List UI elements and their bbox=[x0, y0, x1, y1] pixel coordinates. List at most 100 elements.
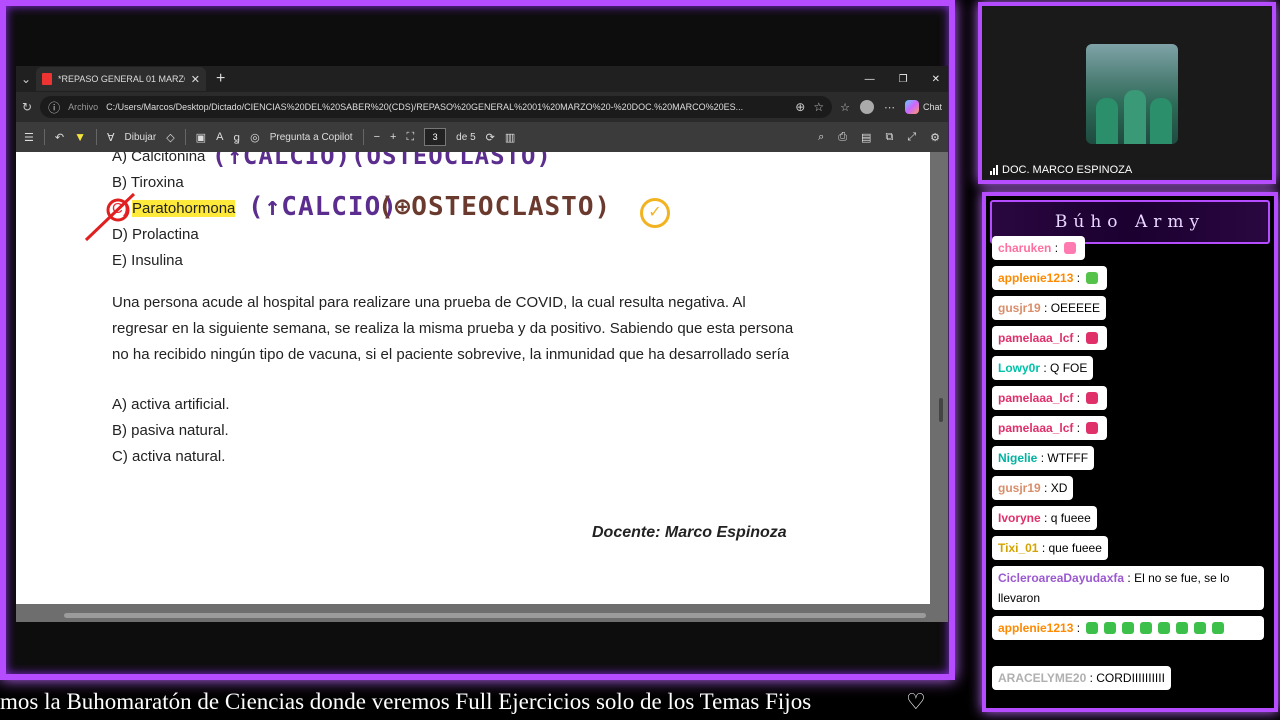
question-text: Una persona acude al hospital para reali… bbox=[112, 294, 794, 363]
chat-message: pamelaaa_lcf : bbox=[992, 386, 1108, 410]
chat-username[interactable]: gusjr19 bbox=[998, 481, 1041, 495]
highlight-icon[interactable]: ▼ bbox=[74, 130, 86, 144]
new-tab-icon[interactable]: + bbox=[216, 70, 225, 88]
chat-username[interactable]: Tixi_01 bbox=[998, 541, 1038, 555]
pdf-viewport[interactable]: A) Calcitonina (↑CALCIO)(OSTEOCLASTO) B)… bbox=[16, 152, 948, 622]
presenter-name: DOC. MARCO ESPINOZA bbox=[1002, 164, 1133, 176]
url-scheme-label: Archivo bbox=[68, 102, 99, 112]
chat-text: OEEEEE bbox=[1050, 301, 1101, 315]
chat-message: Nigelie : WTFFF bbox=[992, 446, 1095, 470]
undo-icon[interactable]: ↶ bbox=[55, 131, 64, 144]
chat-username[interactable]: Nigelie bbox=[998, 451, 1037, 465]
chat-username[interactable]: pamelaaa_lcf bbox=[998, 331, 1073, 345]
copilot-small-icon[interactable]: ◎ bbox=[250, 131, 260, 144]
draw-label[interactable]: Dibujar bbox=[125, 132, 157, 143]
divider bbox=[184, 129, 186, 145]
fit-page-icon[interactable]: ⛶ bbox=[406, 131, 414, 144]
toolbar-right: ⌕ ⎙ ▤ ⧉ ⤢ ⚙ bbox=[818, 131, 940, 144]
annotation-calcio: (↑CALCIO) bbox=[248, 192, 398, 222]
news-ticker: mos la Buhomaratón de Ciencias donde ver… bbox=[0, 684, 1280, 720]
ticker-text: mos la Buhomaratón de Ciencias donde ver… bbox=[0, 689, 812, 714]
favorites-icon[interactable]: ☆ bbox=[840, 101, 850, 114]
emote-icon bbox=[1064, 242, 1077, 254]
text-format-icon[interactable]: A bbox=[216, 131, 223, 143]
chat-username[interactable]: gusjr19 bbox=[998, 301, 1041, 315]
tab-pdf[interactable]: *REPASO GENERAL 01 MARZO - D ✕ bbox=[36, 67, 206, 91]
fullscreen-icon[interactable]: ⤢ bbox=[907, 131, 916, 144]
emote-icon bbox=[1176, 622, 1189, 634]
url-text: C:/Users/Marcos/Desktop/Dictado/CIENCIAS… bbox=[106, 102, 744, 112]
divider bbox=[95, 129, 97, 145]
scroll-thumb[interactable] bbox=[939, 398, 943, 422]
page-number-input[interactable]: 3 bbox=[424, 128, 447, 146]
copilot-chat-button[interactable]: Chat bbox=[904, 100, 942, 114]
signal-icon bbox=[990, 165, 998, 175]
question-option-c: C) activa natural. bbox=[112, 448, 226, 465]
chat-username[interactable]: CicleroareaDayudaxfa bbox=[998, 571, 1124, 585]
emote-icon bbox=[1122, 622, 1135, 634]
chat-username[interactable]: pamelaaa_lcf bbox=[998, 391, 1073, 405]
zoom-out-icon[interactable]: − bbox=[374, 131, 380, 143]
vertical-scrollbar[interactable] bbox=[936, 158, 946, 598]
favorite-star-icon[interactable]: ☆ bbox=[813, 100, 824, 114]
chat-username[interactable]: pamelaaa_lcf bbox=[998, 421, 1073, 435]
chat-panel: Búho Army charuken : applenie1213 : gusj… bbox=[982, 192, 1278, 712]
chat-message: gusjr19 : XD bbox=[992, 476, 1074, 500]
chat-separator: : bbox=[1038, 541, 1049, 555]
chat-separator: : bbox=[1073, 391, 1084, 405]
zoom-icon[interactable]: ⊕ bbox=[795, 100, 805, 114]
contents-icon[interactable]: ☰ bbox=[24, 131, 34, 144]
horizontal-scrollbar[interactable] bbox=[64, 613, 926, 618]
emote-icon bbox=[1104, 622, 1117, 634]
handwritten-annotation-top: (↑CALCIO)(OSTEOCLASTO) bbox=[212, 152, 552, 170]
person-figure bbox=[1124, 90, 1146, 144]
chat-username[interactable]: applenie1213 bbox=[998, 621, 1073, 635]
signature-text: Docente: Marco Espinoza bbox=[592, 524, 787, 541]
chat-username[interactable]: applenie1213 bbox=[998, 271, 1073, 285]
profile-avatar[interactable] bbox=[859, 100, 874, 114]
info-icon: ⓘ bbox=[48, 100, 61, 115]
settings-icon[interactable]: ⚙ bbox=[930, 131, 940, 144]
copilot-icon bbox=[904, 100, 919, 114]
more-menu-icon[interactable]: ⋯ bbox=[884, 101, 895, 114]
chat-message: Ivoryne : q fueee bbox=[992, 506, 1097, 530]
tab-list-chevron-icon[interactable]: ⌄ bbox=[16, 72, 36, 86]
search-icon[interactable]: ⌕ bbox=[818, 131, 824, 144]
eraser-icon[interactable]: ◇ bbox=[166, 131, 174, 144]
emote-icon bbox=[1086, 332, 1099, 344]
divider bbox=[362, 129, 364, 145]
chat-username[interactable]: ARACELYME20 bbox=[998, 671, 1086, 685]
chat-text: Q FOE bbox=[1050, 361, 1088, 375]
close-tab-icon[interactable]: ✕ bbox=[191, 73, 200, 86]
read-aloud-icon[interactable]: ꬶ bbox=[233, 130, 240, 145]
heart-icon: ♡ bbox=[906, 689, 926, 714]
refresh-icon[interactable]: ↻ bbox=[22, 100, 32, 114]
zoom-in-icon[interactable]: + bbox=[390, 131, 396, 143]
chat-username[interactable]: charuken bbox=[998, 241, 1051, 255]
screen-share-frame: ⌄ *REPASO GENERAL 01 MARZO - D ✕ + — ❐ ✕… bbox=[0, 0, 955, 680]
annotation-osteoclasto: (⊕OSTEOCLASTO) bbox=[378, 192, 612, 222]
chat-username[interactable]: Lowy0r bbox=[998, 361, 1040, 375]
restore-icon[interactable]: ❐ bbox=[899, 74, 908, 85]
chat-username[interactable]: Ivoryne bbox=[998, 511, 1041, 525]
url-field[interactable]: ⓘ Archivo C:/Users/Marcos/Desktop/Dictad… bbox=[40, 96, 833, 118]
print-icon[interactable]: ⎙ bbox=[838, 131, 847, 144]
page-view-icon[interactable]: ▥ bbox=[505, 131, 515, 144]
chat-separator: : bbox=[1073, 271, 1084, 285]
window-controls: — ❐ ✕ bbox=[865, 74, 948, 85]
chat-text: q fueee bbox=[1050, 511, 1091, 525]
webcam-frame: DOC. MARCO ESPINOZA bbox=[978, 2, 1276, 184]
save-as-icon[interactable]: ⧉ bbox=[885, 131, 893, 144]
draw-icon[interactable]: ∀ bbox=[107, 131, 115, 144]
emote-icon bbox=[1158, 622, 1171, 634]
chat-label: Chat bbox=[922, 102, 942, 112]
save-icon[interactable]: ▤ bbox=[861, 131, 871, 144]
text-box-icon[interactable]: ▣ bbox=[196, 131, 206, 144]
ask-copilot-button[interactable]: Pregunta a Copilot bbox=[270, 132, 353, 143]
rotate-icon[interactable]: ⟳ bbox=[486, 131, 495, 144]
minimize-icon[interactable]: — bbox=[865, 74, 875, 85]
chat-separator: : bbox=[1040, 511, 1051, 525]
close-window-icon[interactable]: ✕ bbox=[932, 74, 940, 85]
tab-bar: ⌄ *REPASO GENERAL 01 MARZO - D ✕ + — ❐ ✕ bbox=[16, 66, 948, 92]
chat-message: pamelaaa_lcf : bbox=[992, 326, 1108, 350]
